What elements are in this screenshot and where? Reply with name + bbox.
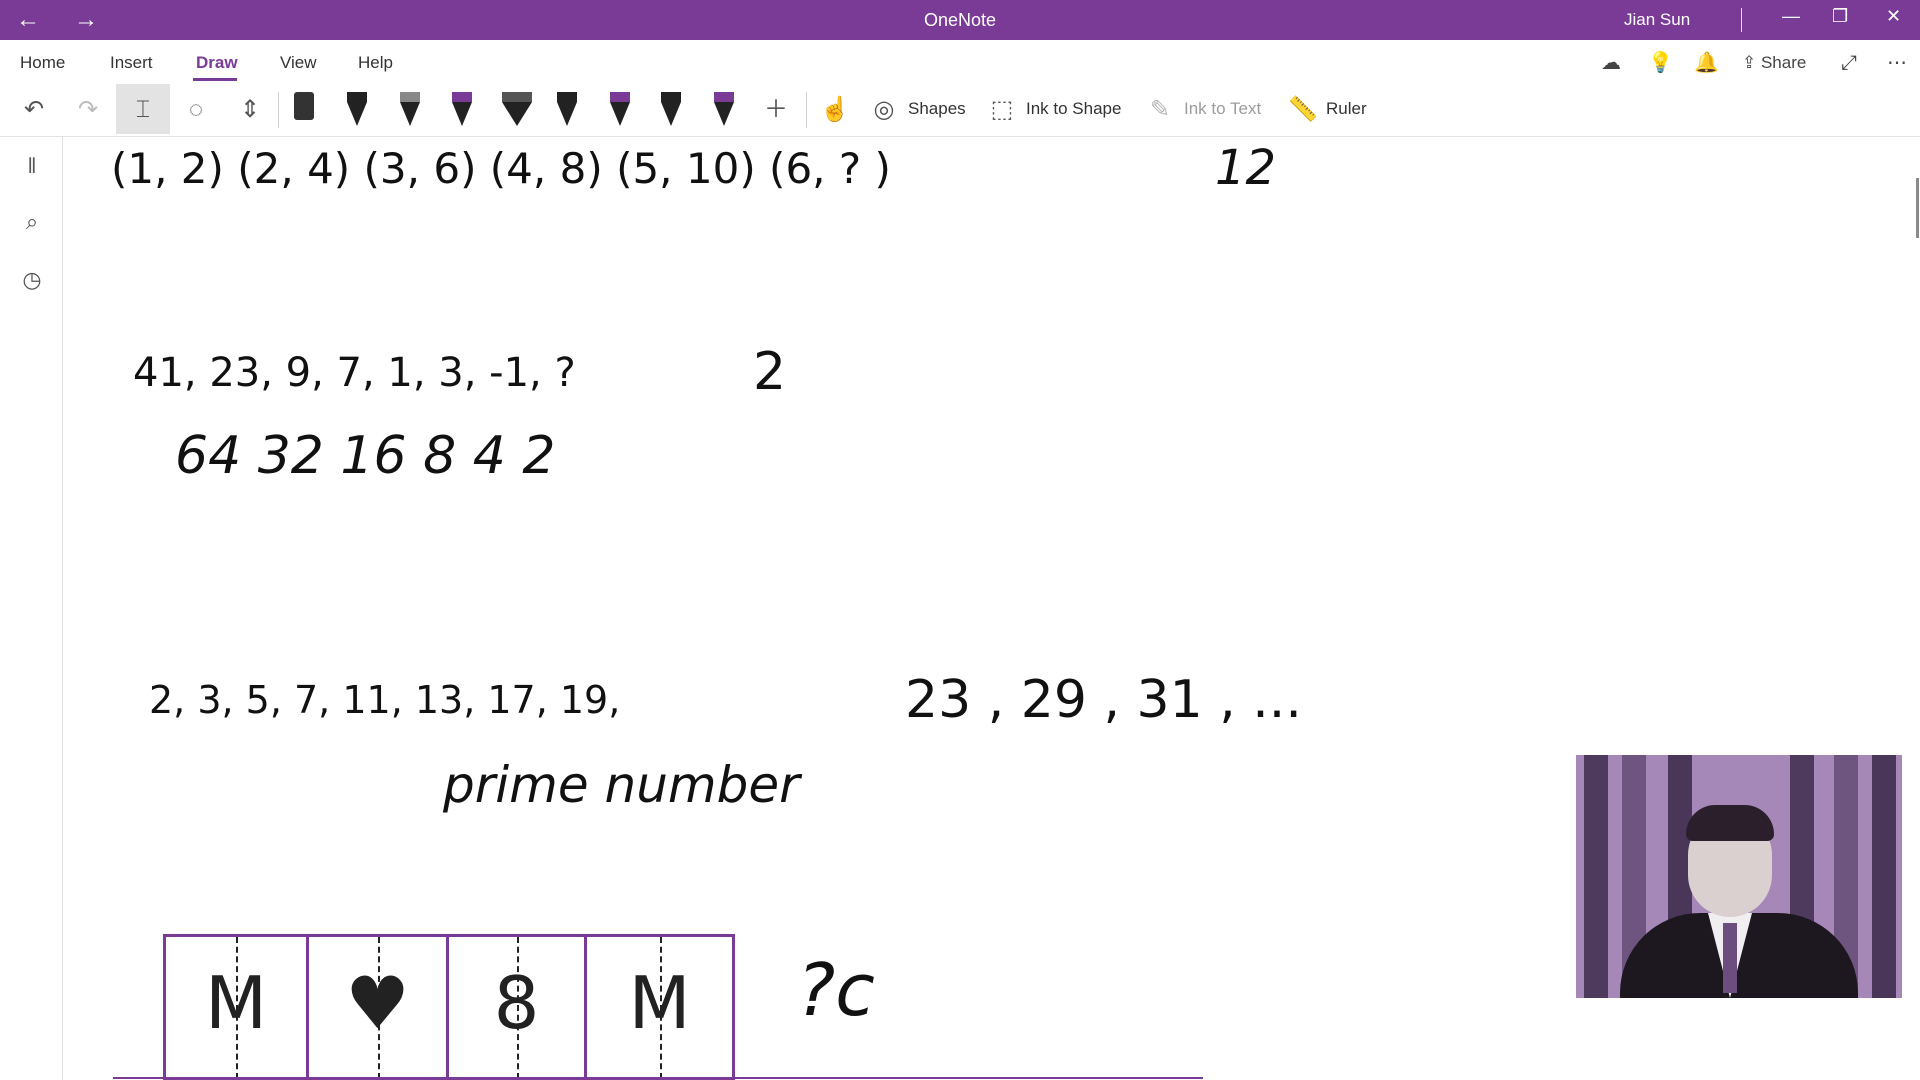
- highlighter-1[interactable]: [502, 92, 532, 128]
- pen-2[interactable]: [400, 92, 420, 128]
- bell-icon[interactable]: 🔔: [1694, 52, 1719, 74]
- eraser-tool[interactable]: [294, 92, 314, 128]
- tab-draw[interactable]: Draw: [196, 53, 238, 73]
- tab-view[interactable]: View: [280, 53, 317, 73]
- pen-4[interactable]: [557, 92, 577, 128]
- ruler-icon[interactable]: 📏: [1288, 96, 1318, 124]
- pairs-answer: 12: [1215, 140, 1277, 196]
- puzzle-cell: ♥: [309, 937, 449, 1079]
- webcam-video: [1576, 755, 1902, 998]
- tab-help[interactable]: Help: [358, 53, 393, 73]
- ink-to-text-button[interactable]: Ink to Text: [1184, 99, 1261, 119]
- more-options-icon[interactable]: ⋯: [1886, 52, 1908, 74]
- draw-toolbar: ↶ ↷ ⌶ ◌ ⇕ ＋ ☝ ◎ Shapes ⬚ Ink to Shape ✎ …: [0, 84, 1920, 137]
- prime-sequence-handwritten: 23 , 29 , 31 , ...: [905, 670, 1302, 730]
- ruler-button[interactable]: Ruler: [1326, 99, 1367, 119]
- close-button[interactable]: ✕: [1886, 6, 1901, 27]
- symmetry-puzzle: M ♥ 8 M: [163, 934, 735, 1080]
- add-space-icon[interactable]: ⇕: [236, 96, 264, 124]
- tab-insert[interactable]: Insert: [110, 53, 153, 73]
- pen-7[interactable]: [714, 92, 734, 128]
- row2-differences: 64 32 16 8 4 2: [175, 426, 556, 486]
- ribbon-tabs: Home Insert Draw View Help: [0, 40, 1920, 83]
- puzzle-question: ?c: [797, 948, 875, 1032]
- search-icon[interactable]: ⌕: [18, 208, 46, 236]
- minimize-button[interactable]: —: [1782, 6, 1800, 27]
- left-sidebar: 𝍪 ⌕ ◷: [0, 136, 63, 1080]
- lightbulb-icon[interactable]: 💡: [1648, 52, 1673, 74]
- toolbar-divider: [278, 92, 279, 128]
- symmetry-axis: [659, 937, 662, 1079]
- share-button[interactable]: ⇪ Share: [1742, 52, 1806, 74]
- title-separator: [1741, 8, 1742, 32]
- row2-answer: 2: [753, 342, 787, 402]
- symmetry-axis: [236, 937, 238, 1079]
- undo-icon[interactable]: ↶: [20, 96, 48, 124]
- user-name[interactable]: Jian Sun: [1624, 10, 1690, 30]
- pen-3[interactable]: [452, 92, 472, 128]
- ink-to-text-icon[interactable]: ✎: [1146, 96, 1174, 124]
- pen-6[interactable]: [661, 92, 681, 128]
- title-bar: ← → OneNote Jian Sun — ❐ ✕: [0, 0, 1920, 40]
- symmetry-axis: [377, 937, 380, 1079]
- puzzle-cell: M: [166, 937, 309, 1079]
- symmetry-axis: [516, 937, 519, 1079]
- share-icon: ⇪: [1742, 53, 1761, 72]
- touch-draw-icon[interactable]: ☝: [820, 96, 850, 124]
- toolbar-divider: [806, 92, 807, 128]
- puzzle-cell: 8: [449, 937, 587, 1079]
- pen-1[interactable]: [347, 92, 367, 128]
- active-tab-indicator: [193, 78, 237, 81]
- presenter-hair: [1686, 805, 1774, 841]
- presenter-tie: [1723, 923, 1737, 993]
- sync-icon[interactable]: ☁: [1600, 52, 1622, 74]
- type-select-icon[interactable]: ⌶: [129, 96, 157, 124]
- sequence-row2: 41, 23, 9, 7, 1, 3, -1, ?: [133, 350, 576, 396]
- redo-icon[interactable]: ↷: [74, 96, 102, 124]
- ink-to-shape-button[interactable]: Ink to Shape: [1026, 99, 1121, 119]
- restore-button[interactable]: ❐: [1832, 6, 1848, 27]
- add-pen-icon[interactable]: ＋: [762, 96, 790, 124]
- notebooks-icon[interactable]: 𝍪: [18, 152, 46, 180]
- page-bottom-rule: [113, 1077, 1203, 1079]
- prime-number-label: prime number: [443, 756, 800, 814]
- puzzle-cell: M: [587, 937, 732, 1079]
- share-label: Share: [1760, 53, 1807, 72]
- ink-to-shape-icon[interactable]: ⬚: [988, 96, 1016, 124]
- expand-icon[interactable]: ⤢: [1838, 52, 1860, 74]
- tab-home[interactable]: Home: [20, 53, 65, 73]
- recent-clock-icon[interactable]: ◷: [18, 266, 46, 294]
- shapes-button[interactable]: Shapes: [908, 99, 966, 119]
- prime-sequence-typed: 2, 3, 5, 7, 11, 13, 17, 19,: [149, 678, 621, 722]
- lasso-select-icon[interactable]: ◌: [182, 96, 210, 124]
- sequence-pairs: (1, 2) (2, 4) (3, 6) (4, 8) (5, 10) (6, …: [111, 144, 891, 193]
- shapes-icon[interactable]: ◎: [870, 96, 898, 124]
- vertical-scrollbar[interactable]: [1916, 178, 1919, 238]
- pen-5[interactable]: [610, 92, 630, 128]
